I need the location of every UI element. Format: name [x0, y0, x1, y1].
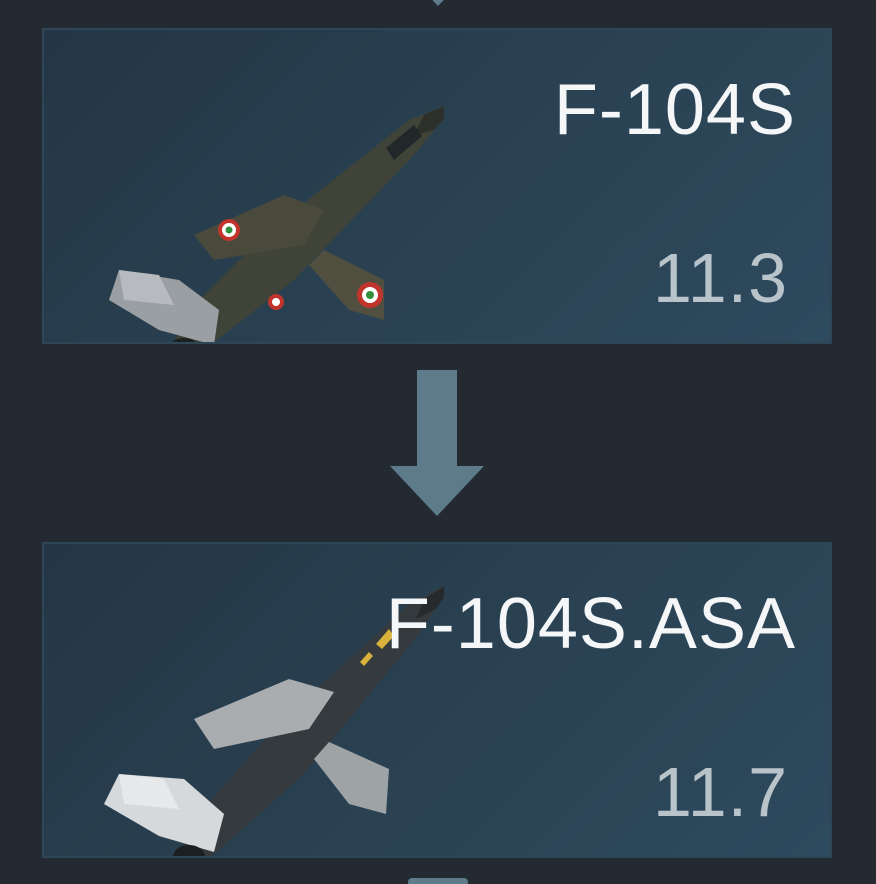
- vehicle-name: F-104S: [553, 70, 796, 150]
- f104s-aircraft-icon: [109, 106, 444, 342]
- connector-line: [408, 878, 468, 884]
- vehicle-card-f104s[interactable]: F-104S 11.3: [42, 28, 832, 344]
- battle-rating: 11.3: [652, 239, 788, 317]
- vehicle-card-f104s-asa[interactable]: F-104S.ASA 11.7: [42, 542, 832, 858]
- battle-rating: 11.7: [652, 753, 788, 831]
- research-tree-panel: F-104S 11.3 F-104S.ASA 11.7: [0, 0, 876, 884]
- vehicle-name: F-104S.ASA: [385, 584, 796, 664]
- arrow-down-icon: [390, 370, 484, 516]
- connector-arrow-tip: [421, 0, 455, 6]
